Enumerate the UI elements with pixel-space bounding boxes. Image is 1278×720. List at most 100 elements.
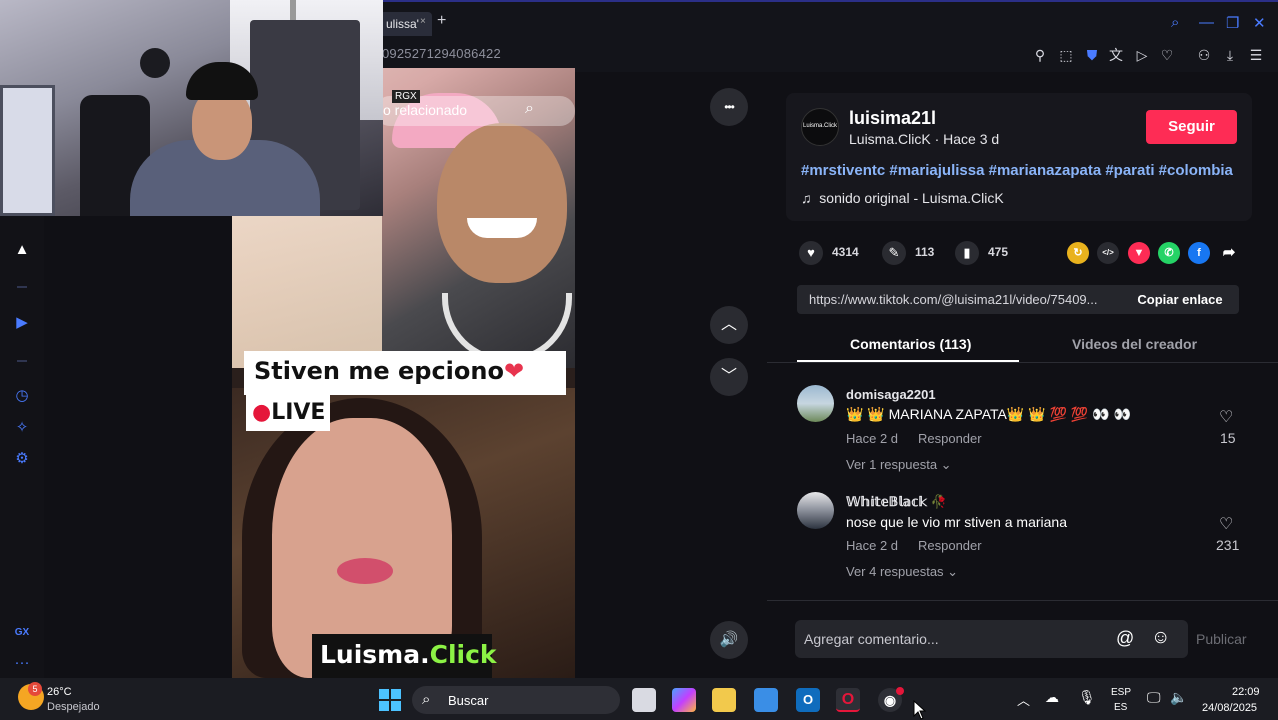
commenter-avatar[interactable] xyxy=(797,385,834,422)
creator-username[interactable]: luisima21l xyxy=(849,108,936,129)
weather-badge: 5 xyxy=(28,682,42,696)
bookmark-icon: ▮ xyxy=(955,241,979,265)
shield-icon[interactable]: ⛊ xyxy=(1084,47,1100,63)
sidebar-divider xyxy=(17,360,27,362)
comment-time: Hace 2 d xyxy=(846,538,899,553)
taskbar-search[interactable]: ⌕ Buscar xyxy=(412,686,620,714)
emoji-icon[interactable]: ☺ xyxy=(1151,627,1170,649)
translate-icon[interactable]: 文 xyxy=(1108,47,1124,63)
publish-button[interactable]: Publicar xyxy=(1196,631,1247,647)
task-view-icon[interactable] xyxy=(632,688,656,712)
new-tab-icon[interactable]: + xyxy=(437,12,446,30)
comment-text: 👑 👑 MARIANA ZAPATA👑 👑 💯 💯 👀 👀 xyxy=(846,406,1131,422)
outlook-icon[interactable]: O xyxy=(796,688,820,712)
player-icon[interactable]: ▶ xyxy=(12,313,32,333)
language-top[interactable]: ESP xyxy=(1111,687,1131,698)
brand-text: Luisma. xyxy=(320,640,430,669)
next-video-button[interactable]: ﹀ xyxy=(710,358,748,396)
aria-icon[interactable]: ▲ xyxy=(12,240,32,260)
chevron-up-icon[interactable]: ︿ xyxy=(1017,690,1030,709)
cloud-icon[interactable]: ☁ xyxy=(1045,689,1059,706)
browser-sidebar: ▲ ▶ ◷ ✧ ⚙ GX ··· xyxy=(0,216,44,678)
clock-date: 24/08/2025 xyxy=(1202,702,1258,714)
share-arrow-icon[interactable]: ➦ xyxy=(1218,242,1240,264)
whatsapp-icon[interactable]: ✆ xyxy=(1158,242,1180,264)
copilot-icon[interactable] xyxy=(672,688,696,712)
close-window-icon[interactable]: ✕ xyxy=(1253,14,1266,32)
file-explorer-icon[interactable] xyxy=(712,688,736,712)
post-hashtags[interactable]: #mrstiventc #mariajulissa #marianazapata… xyxy=(801,162,1233,179)
search-icon[interactable]: ⌕ xyxy=(525,100,534,118)
play-icon[interactable]: ▷ xyxy=(1134,47,1150,63)
avatar-text: Luisma.Click xyxy=(803,123,838,129)
view-replies-button[interactable]: Ver 1 respuesta ⌄ xyxy=(846,457,952,473)
post-sound[interactable]: ♫ sonido original - Luisma.ClicK xyxy=(801,190,1004,206)
video-search-text: o relacionado xyxy=(383,102,468,118)
tab-creator-videos[interactable]: Videos del creador xyxy=(1072,336,1197,352)
comment-like-icon[interactable]: ♡ xyxy=(1219,514,1233,534)
mention-icon[interactable]: @ xyxy=(1116,628,1134,649)
share-link-box: https://www.tiktok.com/@luisima21l/video… xyxy=(797,285,1239,314)
heart-icon: ♥ xyxy=(799,241,823,265)
network-icon[interactable]: 🖵 xyxy=(1147,689,1161,706)
opera-gx-icon[interactable]: O xyxy=(836,688,860,712)
download-icon[interactable]: ⤓ xyxy=(1222,47,1238,63)
caption-right: epciono xyxy=(398,357,504,385)
store-icon[interactable] xyxy=(754,688,778,712)
cam-monitor xyxy=(0,85,55,216)
more-options-button[interactable]: ••• xyxy=(710,88,748,126)
previous-video-button[interactable]: ︿ xyxy=(710,306,748,344)
creator-subline: Luisma.ClicK · Hace 3 d xyxy=(849,131,1000,147)
copy-link-button[interactable]: Copiar enlace xyxy=(1121,285,1239,314)
pin-icon[interactable]: ⚲ xyxy=(1032,47,1048,63)
profile-icon[interactable]: ⚇ xyxy=(1196,47,1212,63)
weather-desc: Despejado xyxy=(47,701,100,713)
language-bottom: ES xyxy=(1114,702,1128,713)
commenter-avatar[interactable] xyxy=(797,492,834,529)
active-tab-indicator xyxy=(797,360,1019,362)
tab-close-icon[interactable]: × xyxy=(420,16,426,27)
address-bar[interactable]: 0925271294086422 xyxy=(382,46,501,61)
reply-button[interactable]: Responder xyxy=(918,538,982,553)
volume-button[interactable]: 🔊 xyxy=(710,621,748,659)
settings-icon[interactable]: ⚙ xyxy=(12,449,32,469)
gift-icon[interactable]: ↻ xyxy=(1067,242,1089,264)
history-icon[interactable]: ◷ xyxy=(12,386,32,406)
gx-icon[interactable]: GX xyxy=(12,623,32,643)
comment-username[interactable]: 𝕎𝕙𝕚𝕥𝕖𝔹𝕝𝕒𝕔𝕜 🥀 xyxy=(846,494,947,510)
microphone-icon[interactable]: 🎙 xyxy=(1078,689,1096,706)
snapshot-icon[interactable]: ⬚ xyxy=(1058,47,1074,63)
webcam-overlay xyxy=(0,0,383,216)
embed-icon[interactable]: </> xyxy=(1097,242,1119,264)
browser-search-icon[interactable]: ⌕ xyxy=(1171,14,1179,31)
heart-icon[interactable]: ♡ xyxy=(1159,47,1175,63)
view-replies-button[interactable]: Ver 4 respuestas ⌄ xyxy=(846,564,958,580)
share-link-url[interactable]: https://www.tiktok.com/@luisima21l/video… xyxy=(809,292,1119,307)
comment-input[interactable]: Agregar comentario... @ ☺ xyxy=(795,620,1188,658)
send-icon[interactable]: ▼ xyxy=(1128,242,1150,264)
more-icon[interactable]: ··· xyxy=(12,653,32,673)
creator-avatar[interactable]: Luisma.Click xyxy=(801,108,839,146)
rgx-badge: RGX xyxy=(392,90,420,103)
comment-icon: ✎ xyxy=(882,241,906,265)
speaker-icon[interactable]: 🔈 xyxy=(1170,689,1187,706)
menu-icon[interactable]: ☰ xyxy=(1248,47,1264,63)
sound-label: sonido original - Luisma.ClicK xyxy=(819,190,1004,206)
follow-button[interactable]: Seguir xyxy=(1146,110,1237,144)
start-icon[interactable] xyxy=(378,688,402,712)
tab-comments[interactable]: Comentarios (113) xyxy=(850,336,971,352)
clock-time[interactable]: 22:09 xyxy=(1232,686,1260,698)
comment-like-icon[interactable]: ♡ xyxy=(1219,407,1233,427)
facebook-icon[interactable]: f xyxy=(1188,242,1210,264)
caption-left: Stiven me xyxy=(254,357,398,385)
taskbar-search-label: Buscar xyxy=(448,693,489,708)
extensions-icon[interactable]: ✧ xyxy=(12,418,32,438)
weather-temp[interactable]: 26°C xyxy=(47,686,72,698)
comment-username[interactable]: domisaga2201 xyxy=(846,387,936,402)
maximize-icon[interactable]: ❐ xyxy=(1226,14,1239,32)
reply-button[interactable]: Responder xyxy=(918,431,982,446)
comment-placeholder: Agregar comentario... xyxy=(804,631,939,647)
comment-like-count: 15 xyxy=(1220,430,1236,446)
live-badge: ●LIVE xyxy=(246,395,330,431)
minimize-icon[interactable]: — xyxy=(1199,14,1214,31)
